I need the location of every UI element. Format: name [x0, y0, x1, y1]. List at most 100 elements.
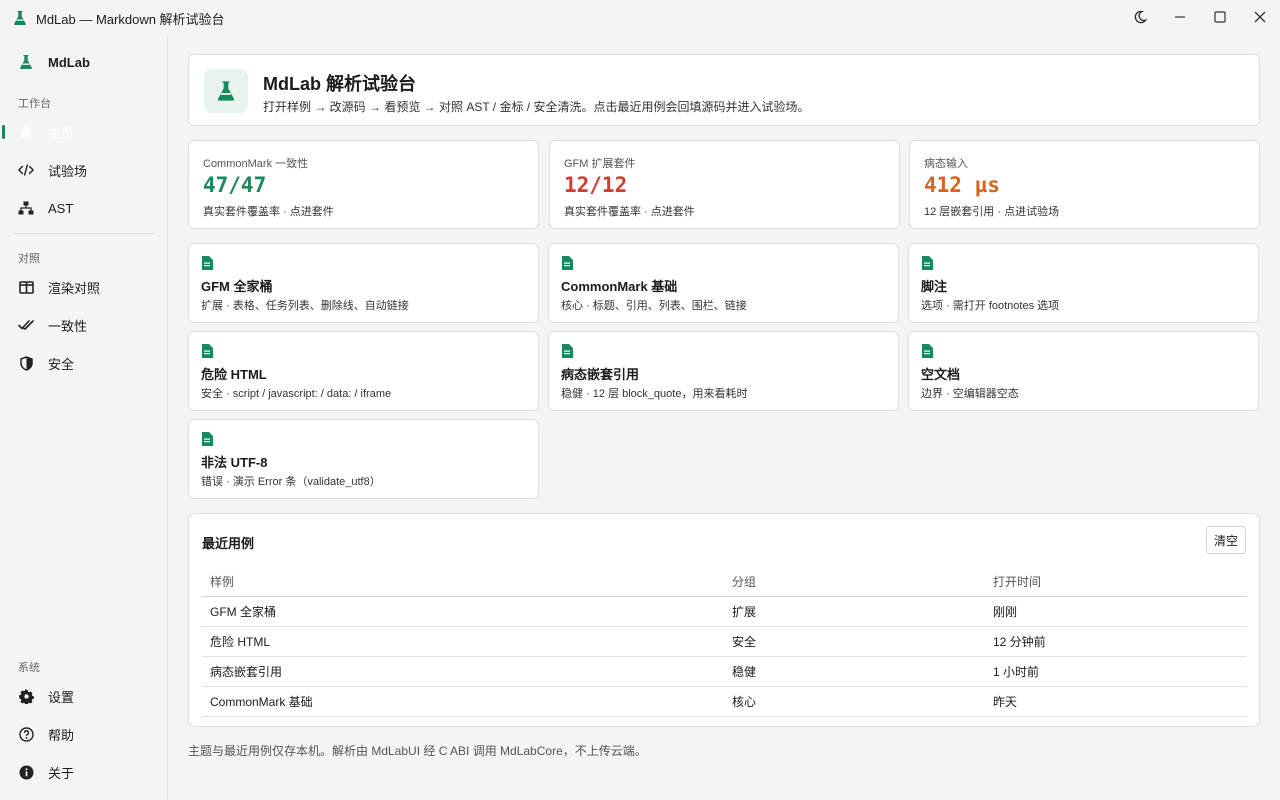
clear-button[interactable]: 清空	[1206, 526, 1246, 554]
document-icon	[561, 344, 573, 358]
sample-desc: 核心 · 标题、引用、列表、围栏、链接	[561, 300, 747, 312]
cell-group: 扩展	[732, 605, 757, 619]
stat-note: 12 层嵌套引用 · 点进试验场	[924, 206, 1060, 218]
sample-card-invalid-utf8[interactable]: 非法 UTF-8 错误 · 演示 Error 条（validate_utf8）	[188, 419, 539, 499]
cell-opened: 1 小时前	[993, 665, 1040, 679]
sample-card-nested-quotes[interactable]: 病态嵌套引用 稳健 · 12 层 block_quote，用来看耗时	[548, 331, 899, 411]
page-title: MdLab 解析试验台	[263, 74, 416, 94]
shield-icon	[18, 355, 34, 371]
stat-note: 真实套件覆盖率 · 点进套件	[564, 206, 695, 218]
document-icon	[561, 256, 573, 270]
sidebar-item-about[interactable]: 关于	[0, 756, 168, 788]
recent-title: 最近用例	[202, 536, 255, 551]
brand-name: MdLab	[48, 54, 90, 70]
document-icon	[921, 256, 933, 270]
sample-card-dangerous-html[interactable]: 危险 HTML 安全 · script / javascript: / data…	[188, 331, 539, 411]
maximize-button[interactable]	[1200, 0, 1240, 36]
document-icon	[201, 432, 213, 446]
window-title: MdLab — Markdown 解析试验台	[36, 11, 225, 27]
sample-name: 脚注	[921, 279, 948, 294]
recent-cases-card: 最近用例 清空 样例 分组 打开时间 GFM 全家桶 扩展 刚刚 危险 HTML…	[188, 513, 1260, 727]
sidebar-item-ast[interactable]: AST	[0, 192, 168, 224]
cell-opened: 昨天	[993, 695, 1018, 709]
sidebar-item-label: 渲染对照	[48, 280, 101, 296]
sidebar-item-help[interactable]: 帮助	[0, 718, 168, 750]
hero-card: MdLab 解析试验台 打开样例 → 改源码 → 看预览 → 对照 AST / …	[188, 54, 1260, 126]
column-header-sample: 样例	[210, 575, 235, 589]
flask-icon	[12, 10, 28, 26]
table-header-row: 样例 分组 打开时间	[202, 567, 1247, 597]
recent-table: 样例 分组 打开时间 GFM 全家桶 扩展 刚刚 危险 HTML 安全 12 分…	[202, 567, 1247, 717]
sidebar-item-label: 帮助	[48, 727, 75, 743]
sample-desc: 选项 · 需打开 footnotes 选项	[921, 300, 1060, 312]
tree-icon	[18, 200, 34, 216]
sidebar-item-render-compare[interactable]: 渲染对照	[0, 271, 168, 303]
check-all-icon	[18, 317, 34, 333]
section-label-compare: 对照	[18, 253, 40, 265]
sample-name: 危险 HTML	[201, 367, 267, 382]
cell-group: 核心	[732, 695, 757, 709]
close-button[interactable]	[1240, 0, 1280, 36]
sidebar-item-label: 试验场	[48, 163, 88, 179]
column-header-opened: 打开时间	[993, 575, 1042, 589]
sample-name: GFM 全家桶	[201, 279, 273, 294]
sample-desc: 稳健 · 12 层 block_quote，用来看耗时	[561, 388, 748, 400]
sample-name: 空文档	[921, 367, 961, 382]
sample-name: 病态嵌套引用	[561, 367, 640, 382]
sample-card-gfm-all[interactable]: GFM 全家桶 扩展 · 表格、任务列表、删除线、自动链接	[188, 243, 539, 323]
columns-icon	[18, 279, 34, 295]
stat-card-commonmark[interactable]: CommonMark 一致性 47/47 真实套件覆盖率 · 点进套件	[188, 140, 539, 229]
sidebar-brand[interactable]: MdLab	[0, 50, 168, 74]
cell-sample: 病态嵌套引用	[210, 665, 283, 679]
flask-icon	[17, 54, 35, 70]
document-icon	[201, 344, 213, 358]
cell-sample: 危险 HTML	[210, 635, 271, 649]
cell-opened: 刚刚	[993, 605, 1018, 619]
title-bar: MdLab — Markdown 解析试验台	[0, 0, 1280, 36]
sidebar-item-label: 安全	[48, 356, 75, 372]
cell-opened: 12 分钟前	[993, 635, 1046, 649]
sample-card-commonmark-basic[interactable]: CommonMark 基础 核心 · 标题、引用、列表、围栏、链接	[548, 243, 899, 323]
sidebar-item-home[interactable]: 主页	[0, 116, 168, 148]
table-row[interactable]: 危险 HTML 安全 12 分钟前	[202, 627, 1247, 657]
document-icon	[201, 256, 213, 270]
sidebar: MdLab 工作台 主页 试验场 AST 对照 渲染对照 一致性 安全 系统 设…	[0, 36, 168, 800]
theme-toggle-button[interactable]	[1120, 0, 1160, 36]
code-icon	[18, 162, 34, 178]
sample-name: 非法 UTF-8	[201, 455, 268, 470]
sidebar-item-conformance[interactable]: 一致性	[0, 309, 168, 341]
cell-sample: CommonMark 基础	[210, 695, 313, 709]
sidebar-item-settings[interactable]: 设置	[0, 680, 168, 712]
section-label-workbench: 工作台	[18, 98, 51, 110]
stat-card-pathological[interactable]: 病态输入 412 µs 12 层嵌套引用 · 点进试验场	[909, 140, 1260, 229]
sidebar-item-label: 设置	[48, 689, 75, 705]
sidebar-item-label: 主页	[48, 125, 75, 141]
cell-group: 安全	[732, 635, 757, 649]
stat-value: 47/47	[203, 173, 267, 197]
page-subtitle: 打开样例 → 改源码 → 看预览 → 对照 AST / 金标 / 安全清洗。点击…	[263, 100, 810, 114]
sample-desc: 安全 · script / javascript: / data: / ifra…	[201, 388, 392, 400]
sample-desc: 边界 · 空编辑器空态	[921, 388, 1019, 400]
sidebar-item-label: AST	[48, 200, 74, 216]
stat-value: 412 µs	[924, 173, 1000, 197]
sidebar-item-playground[interactable]: 试验场	[0, 154, 168, 186]
sample-card-footnotes[interactable]: 脚注 选项 · 需打开 footnotes 选项	[908, 243, 1259, 323]
sample-card-empty-doc[interactable]: 空文档 边界 · 空编辑器空态	[908, 331, 1259, 411]
sample-desc: 错误 · 演示 Error 条（validate_utf8）	[201, 476, 381, 488]
table-row[interactable]: CommonMark 基础 核心 昨天	[202, 687, 1247, 717]
close-icon	[1254, 11, 1266, 26]
stat-label: 病态输入	[924, 158, 968, 170]
home-icon	[18, 124, 34, 140]
table-row[interactable]: 病态嵌套引用 稳健 1 小时前	[202, 657, 1247, 687]
maximize-icon	[1214, 10, 1226, 26]
sidebar-divider	[14, 233, 154, 234]
stat-label: GFM 扩展套件	[564, 158, 636, 170]
sidebar-item-label: 一致性	[48, 318, 88, 334]
stat-card-gfm[interactable]: GFM 扩展套件 12/12 真实套件覆盖率 · 点进套件	[549, 140, 900, 229]
minimize-button[interactable]	[1160, 0, 1200, 36]
footer-note: 主题与最近用例仅存本机。解析由 MdLabUI 经 C ABI 调用 MdLab…	[188, 744, 647, 758]
help-icon	[18, 726, 34, 742]
table-row[interactable]: GFM 全家桶 扩展 刚刚	[202, 597, 1247, 627]
column-header-group: 分组	[732, 575, 757, 589]
sidebar-item-security[interactable]: 安全	[0, 347, 168, 379]
